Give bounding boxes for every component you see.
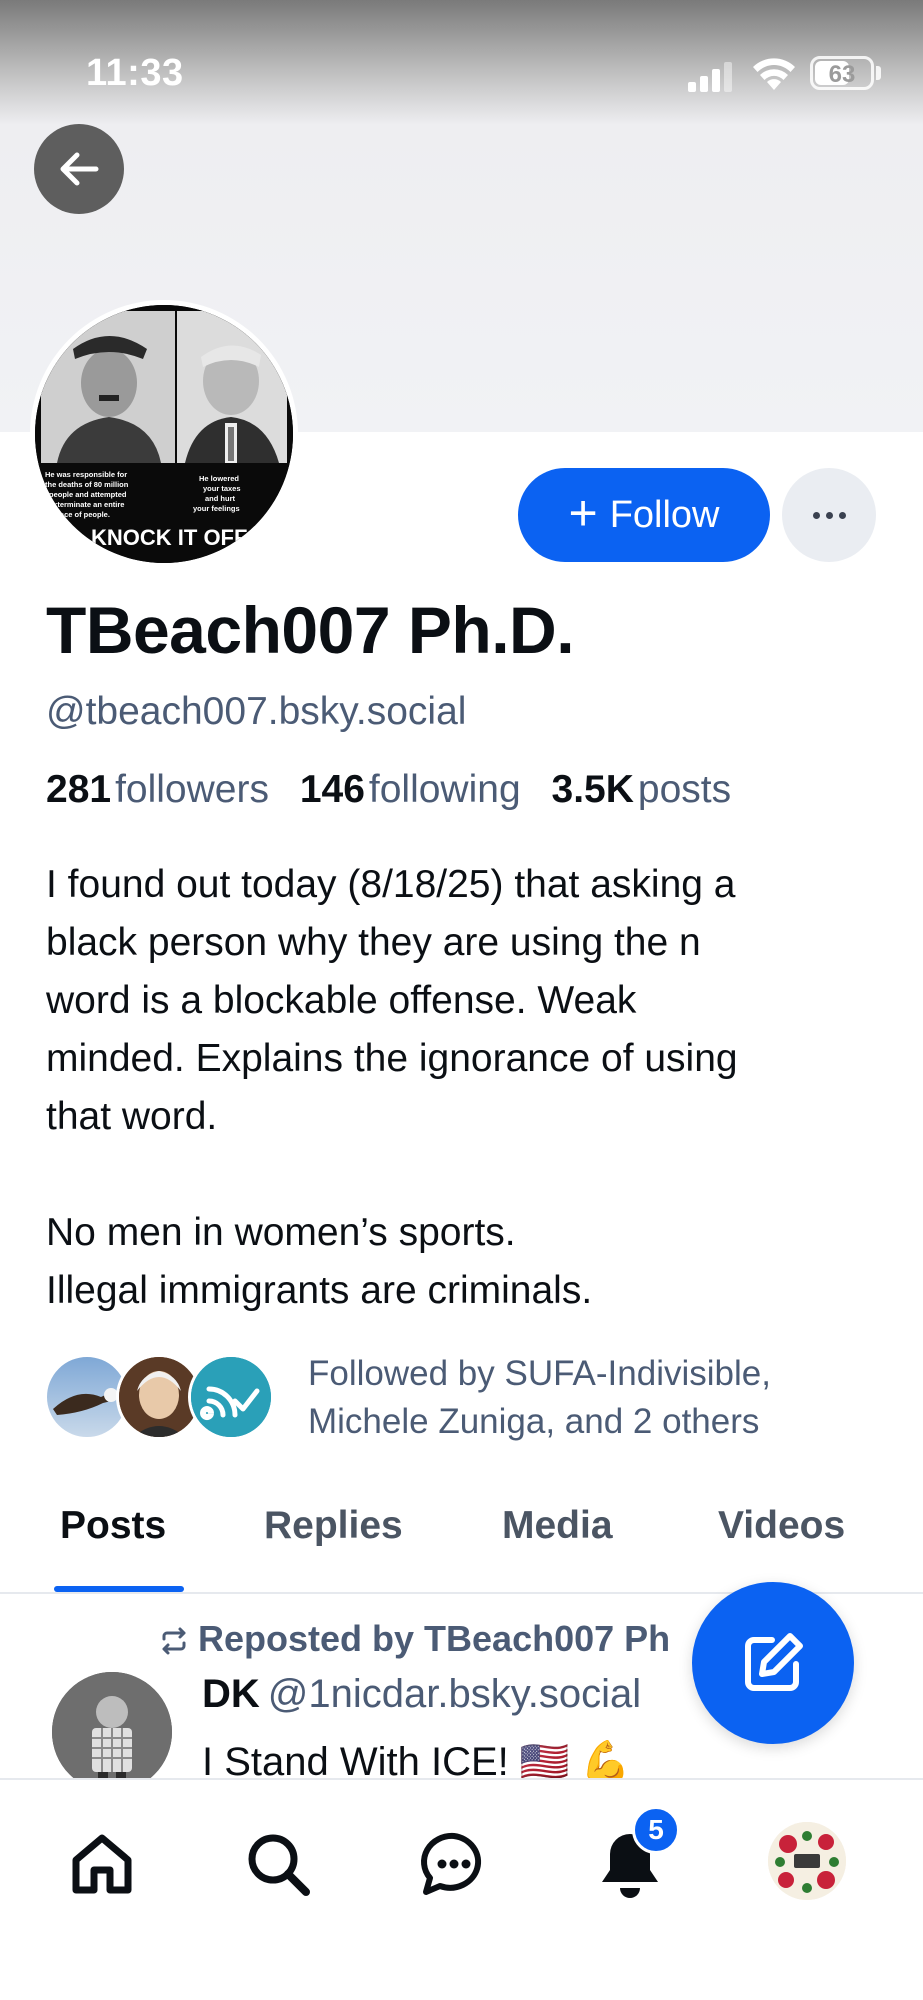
bio-line: black person why they are using the n [46, 921, 701, 964]
followed-by-text[interactable]: Followed by SUFA-Indivisible, Michele Zu… [308, 1350, 908, 1446]
meme-bottom-caption: KNOCK IT OFF [91, 525, 247, 550]
bottom-navigation: 5 [0, 1778, 923, 2000]
nav-chat[interactable] [414, 1824, 494, 1904]
floral-avatar-icon [768, 1822, 846, 1900]
followed-by-line-2: Michele Zuniga, and 2 others [308, 1402, 760, 1441]
post-author[interactable]: DK @1nicdar.bsky.social [202, 1672, 641, 1717]
active-tab-indicator [54, 1586, 184, 1592]
profile-tabs: Posts Replies Media Videos [0, 1470, 923, 1594]
tab-videos[interactable]: Videos [718, 1504, 845, 1548]
meme-left-caption-2: the deaths of 80 million [45, 480, 129, 489]
nav-home[interactable] [62, 1824, 142, 1904]
meme-left-caption-4: exterminate an entire [49, 500, 124, 509]
posts-stat: 3.5K posts [552, 768, 752, 811]
broadcast-check-icon [191, 1357, 271, 1437]
battery-icon: 63 [810, 56, 874, 90]
meme-right-caption-1: He lowered [199, 474, 239, 483]
wifi-icon [753, 58, 795, 90]
profile-avatar[interactable]: He was responsible for the deaths of 80 … [30, 300, 298, 568]
profile-handle: @tbeach007.bsky.social [46, 690, 467, 733]
tab-media[interactable]: Media [502, 1504, 613, 1548]
chat-icon [421, 1832, 482, 1895]
followers-label: followers [115, 768, 269, 811]
compose-button[interactable] [692, 1582, 854, 1744]
followed-by-line-1: Followed by SUFA-Indivisible, [308, 1354, 771, 1393]
person-photo-icon [119, 1357, 199, 1437]
cellular-signal-icon [688, 62, 732, 92]
search-icon [248, 1834, 310, 1896]
meme-right-caption-2: your taxes [203, 484, 241, 493]
bio-spacer [46, 1146, 886, 1204]
meme-right-caption-3: and hurt [205, 494, 235, 503]
follow-label: Follow [609, 493, 720, 536]
status-time: 11:33 [86, 52, 184, 94]
repost-icon [162, 1627, 186, 1655]
repost-indicator[interactable]: Reposted by TBeach007 Ph [158, 1618, 670, 1660]
post-author-handle: @1nicdar.bsky.social [267, 1672, 642, 1716]
follower-avatar-sufa [188, 1354, 274, 1440]
profile-bio: I found out today (8/18/25) that asking … [46, 856, 886, 1320]
repost-label: Reposted by TBeach007 Ph [198, 1618, 671, 1659]
home-icon [72, 1834, 132, 1894]
back-button[interactable] [34, 124, 124, 214]
bio-line: word is a blockable offense. Weak [46, 979, 637, 1022]
tab-posts[interactable]: Posts [60, 1504, 166, 1548]
nav-search[interactable] [238, 1824, 318, 1904]
following-label: following [368, 768, 521, 811]
meme-left-caption-1: He was responsible for [45, 470, 127, 479]
nav-profile-avatar[interactable] [768, 1822, 846, 1900]
meme-image-icon: He was responsible for the deaths of 80 … [35, 305, 293, 563]
followers-count: 281 [46, 768, 112, 811]
post-author-avatar[interactable] [52, 1672, 172, 1792]
ellipsis-icon-dot [838, 511, 846, 519]
meme-left-caption-3: people and attempted [49, 490, 127, 499]
status-bar: 11:33 63 [0, 0, 923, 140]
follow-button[interactable]: + Follow [518, 468, 770, 562]
profile-stats: 281 followers 146 following 3.5K posts [46, 768, 751, 812]
notification-badge: 5 [632, 1806, 680, 1854]
tab-replies[interactable]: Replies [264, 1504, 403, 1548]
post-author-name: DK [202, 1672, 260, 1716]
following-stat[interactable]: 146 following [300, 768, 541, 811]
followed-by-avatars[interactable] [44, 1354, 284, 1444]
bio-line: Illegal immigrants are criminals. [46, 1269, 593, 1312]
battery-percent: 63 [828, 61, 856, 88]
ellipsis-icon [812, 511, 820, 519]
bio-line: I found out today (8/18/25) that asking … [46, 863, 736, 906]
avatar-meme-image: He was responsible for the deaths of 80 … [35, 305, 293, 563]
posts-count: 3.5K [551, 768, 634, 811]
meme-left-caption-5: race of people. [57, 510, 110, 519]
meme-right-caption-4: your feelings [193, 504, 240, 513]
battery-nub [876, 66, 881, 80]
following-count: 146 [299, 768, 365, 811]
ellipsis-icon-dot [825, 511, 833, 519]
bio-line: No men in women’s sports. [46, 1211, 516, 1254]
bio-line: minded. Explains the ignorance of using [46, 1037, 738, 1080]
display-name: TBeach007 Ph.D. [46, 593, 575, 667]
posts-label: posts [637, 768, 732, 811]
arrow-left-icon [60, 152, 99, 186]
followers-stat[interactable]: 281 followers [46, 768, 289, 811]
eagle-icon [53, 1388, 125, 1415]
bio-line: that word. [46, 1095, 218, 1138]
compose-icon [745, 1633, 803, 1691]
more-options-button[interactable] [782, 468, 876, 562]
plus-icon: + [568, 485, 598, 541]
person-photo-icon [52, 1672, 172, 1792]
